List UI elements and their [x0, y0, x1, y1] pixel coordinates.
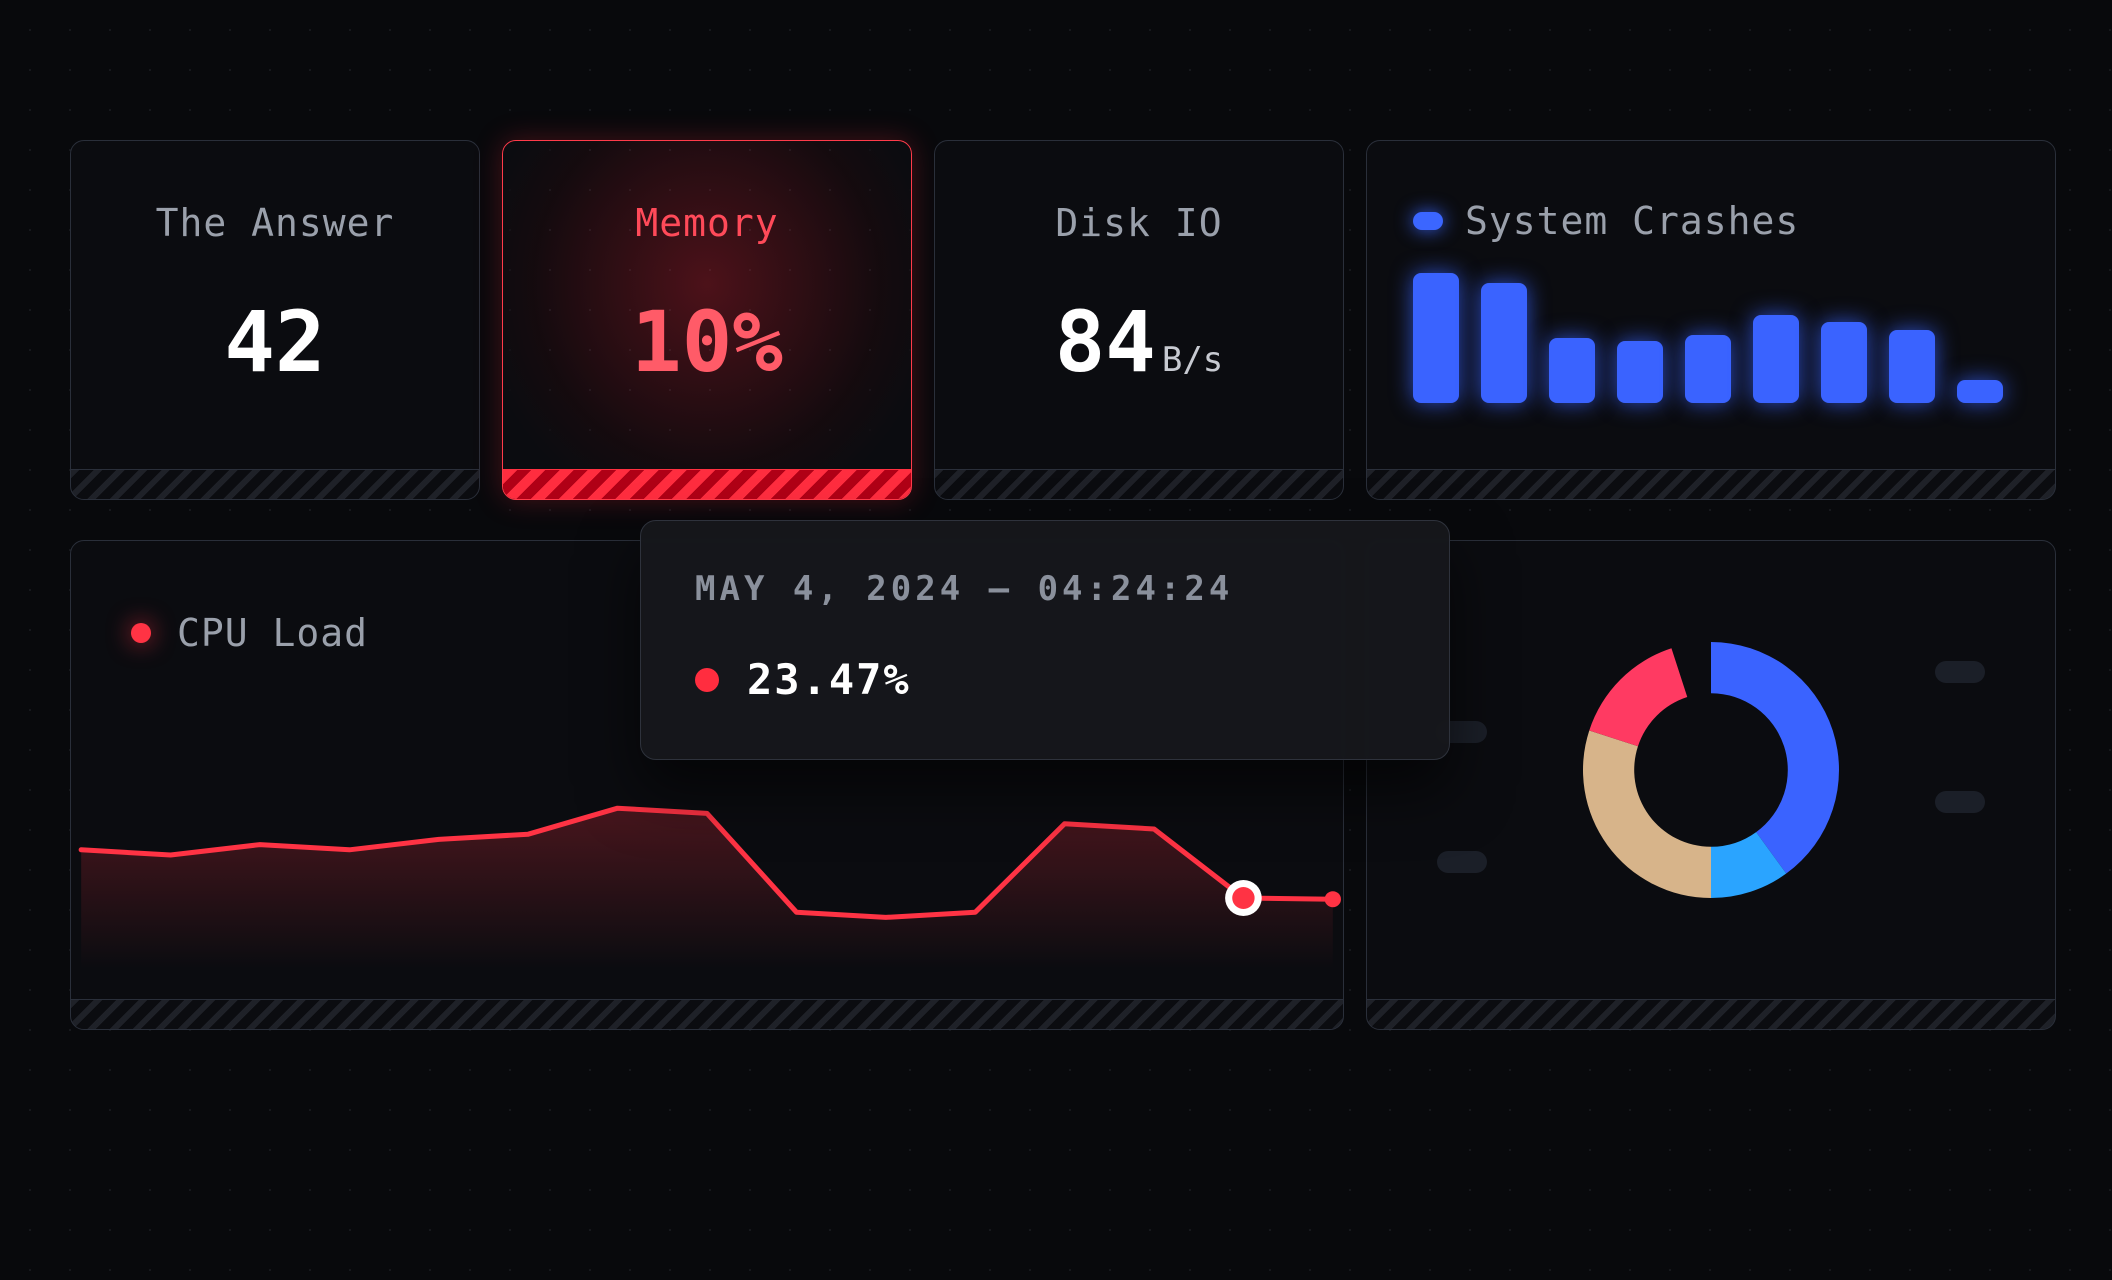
donut-legend-pill	[1935, 661, 1985, 683]
stat-card-answer[interactable]: The Answer 42	[70, 140, 480, 500]
card-resize-handle[interactable]	[1367, 469, 2055, 499]
chart-card-crashes[interactable]: System Crashes	[1366, 140, 2056, 500]
tooltip-timestamp: MAY 4, 2024 — 04:24:24	[695, 569, 1395, 609]
donut-legend-pill	[1935, 791, 1985, 813]
card-resize-handle[interactable]	[71, 999, 1343, 1029]
stat-card-memory[interactable]: Memory 10%	[502, 140, 912, 500]
stat-value: 10%	[503, 293, 911, 391]
bar	[1481, 283, 1527, 403]
tooltip-value: 23.47%	[747, 655, 911, 704]
donut-chart	[1551, 610, 1871, 930]
card-resize-handle[interactable]	[71, 469, 479, 499]
stat-card-diskio[interactable]: Disk IO 84B/s	[934, 140, 1344, 500]
legend-dot-icon	[695, 668, 719, 692]
chart-card-donut[interactable]	[1366, 540, 2056, 1030]
bar	[1821, 322, 1867, 403]
bar	[1685, 335, 1731, 403]
stat-value: 84B/s	[935, 293, 1343, 391]
legend-dot-icon	[131, 623, 151, 643]
donut-legend-pill	[1437, 851, 1487, 873]
card-resize-handle[interactable]	[503, 469, 911, 499]
bar	[1413, 273, 1459, 403]
chart-tooltip: MAY 4, 2024 — 04:24:24 23.47%	[640, 520, 1450, 760]
stat-title: Disk IO	[935, 141, 1343, 245]
bar	[1957, 380, 2003, 403]
card-resize-handle[interactable]	[935, 469, 1343, 499]
stat-number: 84	[1055, 293, 1156, 391]
stat-title: The Answer	[71, 141, 479, 245]
chart-title: CPU Load	[177, 611, 368, 655]
bar	[1549, 338, 1595, 403]
stat-title: Memory	[503, 141, 911, 245]
bar	[1753, 315, 1799, 403]
bar	[1617, 341, 1663, 403]
stat-unit: B/s	[1162, 340, 1223, 380]
bar-chart	[1367, 273, 2055, 423]
card-resize-handle[interactable]	[1367, 999, 2055, 1029]
chart-title: System Crashes	[1465, 199, 1799, 243]
legend-dot-icon	[1413, 212, 1443, 230]
dashboard-canvas: The Answer 42 Memory 10% Disk IO 84B/s	[0, 0, 2112, 1280]
stat-value: 42	[71, 293, 479, 391]
bar	[1889, 330, 1935, 403]
